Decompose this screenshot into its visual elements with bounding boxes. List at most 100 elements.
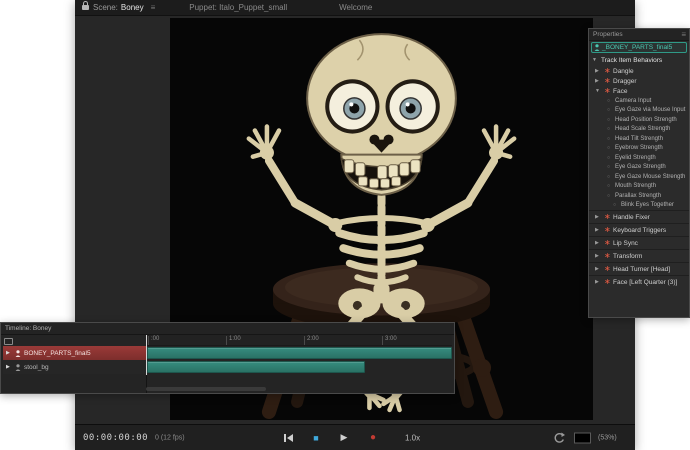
face-param-eye-gaze-mouse-input[interactable]: ○ Eye Gaze via Mouse Input: [589, 106, 689, 116]
chevron-right-icon[interactable]: ▶: [595, 227, 601, 233]
face-param-head-scale[interactable]: ○ Head Scale Strength: [589, 125, 689, 135]
behavior-transform[interactable]: ▶ ∗ Transform: [589, 249, 689, 262]
timeline-scrollbar[interactable]: [146, 387, 266, 391]
background-color-swatch[interactable]: [574, 432, 591, 443]
behavior-dragger[interactable]: ▶ ∗ Dragger: [589, 76, 689, 86]
playhead[interactable]: [146, 335, 147, 375]
tab-menu-icon[interactable]: ≡: [151, 3, 156, 12]
param-label: Head Tilt Strength: [615, 136, 663, 142]
chevron-down-icon[interactable]: ▼: [595, 88, 601, 94]
skip-to-start-button[interactable]: [281, 431, 295, 445]
param-label: Head Scale Strength: [615, 126, 670, 132]
record-button[interactable]: ●: [366, 431, 380, 445]
face-param-head-position[interactable]: ○ Head Position Strength: [589, 115, 689, 125]
layer-icon: [15, 364, 21, 371]
face-param-head-tilt[interactable]: ○ Head Tilt Strength: [589, 134, 689, 144]
track-row-boney: ▶ BONEY_PARTS_final5: [3, 346, 452, 360]
face-param-mouth[interactable]: ○ Mouth Strength: [589, 182, 689, 192]
track-item-behaviors-header[interactable]: ▼ Track Item Behaviors: [589, 54, 689, 66]
selected-puppet[interactable]: _BONEY_PARTS_final5: [591, 42, 687, 53]
chevron-right-icon[interactable]: ▶: [595, 214, 601, 220]
chevron-right-icon[interactable]: ▶: [595, 253, 601, 259]
param-icon: ○: [607, 136, 612, 142]
chevron-right-icon[interactable]: ▶: [595, 78, 601, 84]
track-name-boney[interactable]: ▶ BONEY_PARTS_final5: [3, 346, 146, 360]
playback-bar: 00:00:00:00 0 (12 fps) ■ ▶ ● 1.0x (53%): [75, 424, 635, 450]
timeline-body: :00 1:00 2:00 3:00 ▶ BONEY_PARTS_final5: [1, 335, 454, 393]
selected-item-row: _BONEY_PARTS_final5: [589, 41, 689, 54]
behavior-label: Transform: [613, 253, 642, 260]
panel-menu-icon[interactable]: ≡: [681, 30, 686, 39]
param-label: Head Position Strength: [615, 117, 677, 123]
tab-puppet[interactable]: Puppet: Italo_Puppet_small: [189, 3, 287, 12]
section-title: Track Item Behaviors: [601, 57, 662, 64]
chevron-right-icon[interactable]: ▶: [6, 350, 12, 356]
param-icon: ○: [607, 174, 612, 180]
ruler-label: 2:00: [304, 336, 319, 345]
behavior-icon: ∗: [604, 253, 610, 259]
behavior-icon: ∗: [604, 266, 610, 272]
timeline-panel: Timeline: Boney :00 1:00 2:00 3:00 ▶: [0, 322, 455, 394]
chevron-right-icon[interactable]: ▶: [595, 68, 601, 74]
face-param-eyebrow[interactable]: ○ Eyebrow Strength: [589, 144, 689, 154]
param-icon: ○: [607, 107, 612, 113]
frame-info: 0 (12 fps): [155, 434, 185, 441]
behavior-head-turner[interactable]: ▶ ∗ Head Turner [Head]: [589, 262, 689, 275]
param-label: Eyelid Strength: [615, 155, 656, 161]
scene-tab-name[interactable]: Boney: [121, 3, 144, 12]
chevron-right-icon[interactable]: ▶: [595, 266, 601, 272]
behavior-icon: ∗: [604, 279, 610, 285]
behavior-icon: ∗: [604, 214, 610, 220]
behavior-face-left-quarter[interactable]: ▶ ∗ Face [Left Quarter (3)]: [589, 275, 689, 288]
chevron-right-icon[interactable]: ▶: [595, 240, 601, 246]
stop-button[interactable]: ■: [309, 431, 323, 445]
face-param-eyelid[interactable]: ○ Eyelid Strength: [589, 153, 689, 163]
track-name-stool-bg[interactable]: ▶ stool_bg: [3, 360, 146, 374]
param-icon: ○: [607, 126, 612, 132]
behavior-label: Dragger: [613, 78, 636, 85]
behavior-keyboard-triggers[interactable]: ▶ ∗ Keyboard Triggers: [589, 223, 689, 236]
timeline-ruler[interactable]: :00 1:00 2:00 3:00: [146, 335, 452, 346]
chevron-right-icon[interactable]: ▶: [6, 364, 12, 370]
lock-icon[interactable]: [82, 5, 89, 10]
loop-button[interactable]: [552, 431, 566, 445]
ruler-label: :00: [148, 336, 159, 345]
behavior-label: Keyboard Triggers: [613, 227, 666, 234]
timeline-header[interactable]: Timeline: Boney: [1, 323, 454, 335]
behavior-face[interactable]: ▼ ∗ Face: [589, 86, 689, 96]
behavior-lip-sync[interactable]: ▶ ∗ Lip Sync: [589, 236, 689, 249]
chevron-right-icon[interactable]: ▶: [595, 279, 601, 285]
track-row-stool-bg: ▶ stool_bg: [3, 360, 452, 374]
param-icon: ○: [607, 183, 612, 189]
face-param-eye-gaze[interactable]: ○ Eye Gaze Strength: [589, 163, 689, 173]
play-button[interactable]: ▶: [337, 431, 351, 445]
face-param-camera-input[interactable]: ○ Camera Input: [589, 96, 689, 106]
track-bar-boney[interactable]: [147, 347, 452, 359]
behavior-handle-fixer[interactable]: ▶ ∗ Handle Fixer: [589, 210, 689, 223]
behavior-dangle[interactable]: ▶ ∗ Dangle: [589, 66, 689, 76]
param-label: Eye Gaze via Mouse Input: [615, 107, 685, 113]
param-icon: ○: [607, 164, 612, 170]
face-param-parallax[interactable]: ○ Parallax Strength: [589, 191, 689, 201]
param-label: Mouth Strength: [615, 183, 656, 189]
behavior-label: Lip Sync: [613, 240, 638, 247]
option-icon: ○: [613, 202, 618, 208]
param-label: Camera Input: [615, 98, 651, 104]
properties-panel: Properties ≡ _BONEY_PARTS_final5 ▼ Track…: [588, 28, 690, 318]
track-bar-stool-bg[interactable]: [147, 361, 365, 373]
puppet-icon: [594, 44, 600, 51]
timeline-title: Timeline: Boney: [5, 325, 51, 332]
scene-mini-icon[interactable]: [4, 338, 13, 345]
option-label: Blink Eyes Together: [621, 202, 674, 208]
desktop: Scene: Boney ≡ Puppet: Italo_Puppet_smal…: [0, 0, 690, 450]
tab-welcome[interactable]: Welcome: [339, 3, 372, 12]
track-label: BONEY_PARTS_final5: [24, 350, 91, 357]
behavior-label: Handle Fixer: [613, 214, 650, 221]
playback-speed[interactable]: 1.0x: [405, 433, 420, 442]
zoom-level[interactable]: (53%): [598, 434, 617, 441]
behavior-icon: ∗: [604, 240, 610, 246]
face-param-eye-gaze-mouse[interactable]: ○ Eye Gaze Mouse Strength: [589, 172, 689, 182]
param-label: Eye Gaze Mouse Strength: [615, 174, 685, 180]
face-option-blink-eyes-together[interactable]: ○ Blink Eyes Together: [589, 201, 689, 211]
param-icon: ○: [607, 98, 612, 104]
